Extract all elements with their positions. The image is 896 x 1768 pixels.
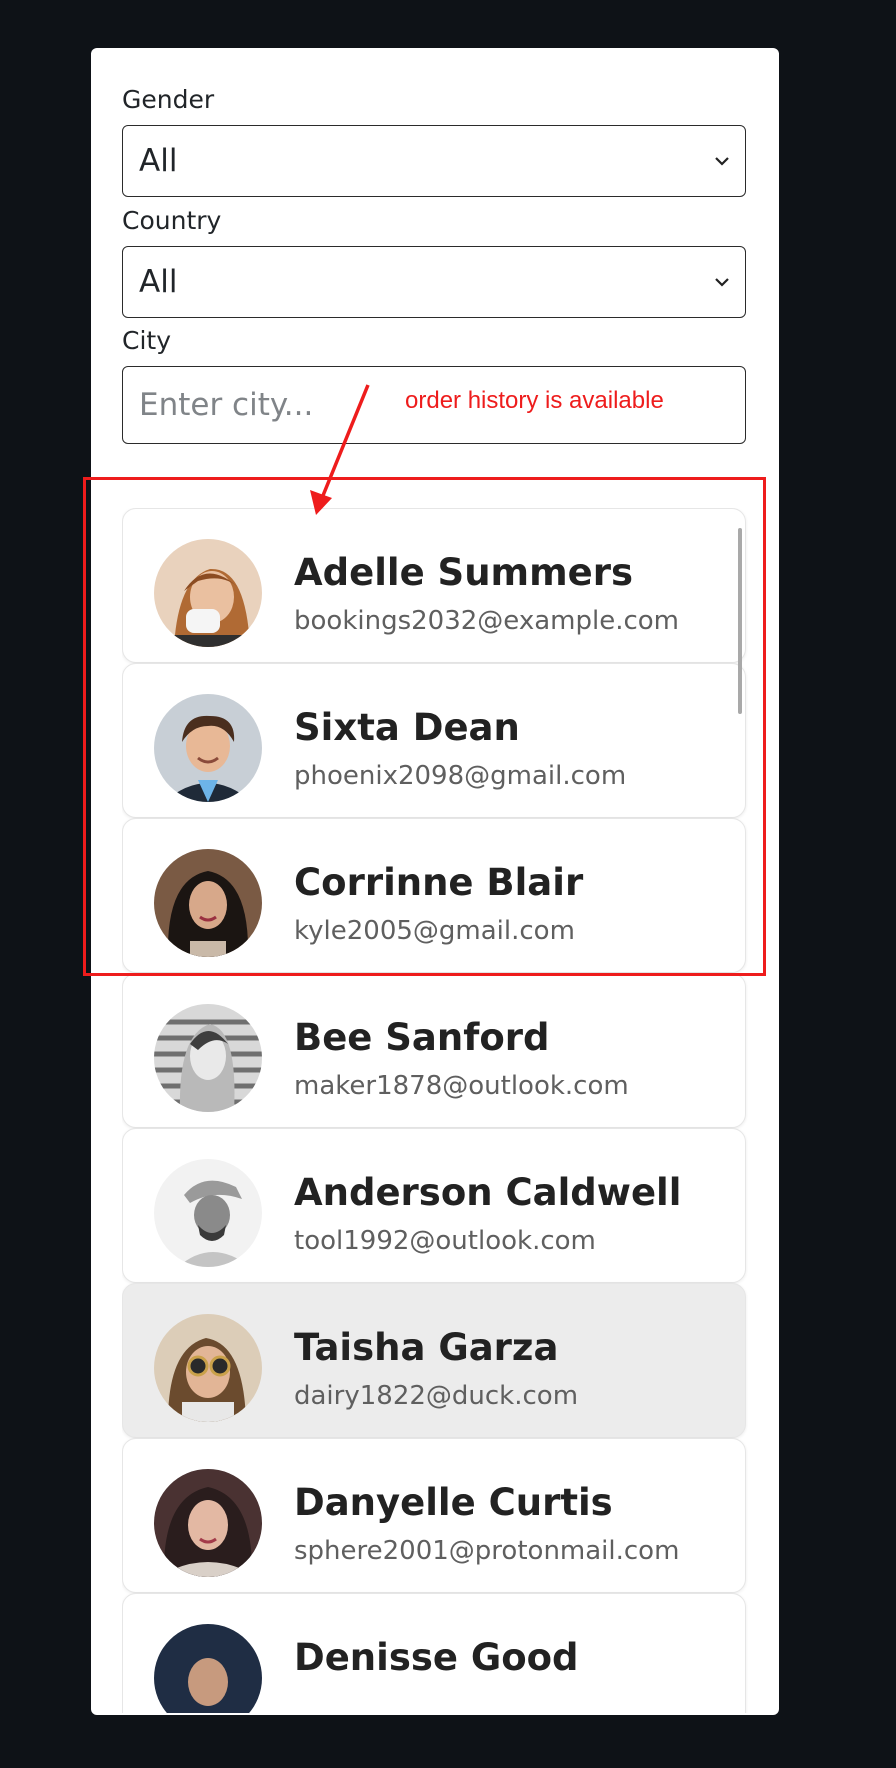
avatar bbox=[154, 1624, 262, 1713]
contact-email: bookings2032@example.com bbox=[294, 606, 679, 636]
filter-panel: Gender All Country All City Adelle Summe… bbox=[91, 48, 779, 1715]
country-select[interactable]: All bbox=[122, 246, 746, 318]
contact-card[interactable]: Corrinne Blair kyle2005@gmail.com bbox=[122, 818, 746, 973]
contact-email: tool1992@outlook.com bbox=[294, 1226, 596, 1256]
contact-card[interactable]: Anderson Caldwell tool1992@outlook.com bbox=[122, 1128, 746, 1283]
avatar bbox=[154, 694, 262, 802]
contact-card[interactable]: Sixta Dean phoenix2098@gmail.com bbox=[122, 663, 746, 818]
contact-email: sphere2001@protonmail.com bbox=[294, 1536, 680, 1566]
contact-card[interactable]: Adelle Summers bookings2032@example.com bbox=[122, 508, 746, 663]
contact-email: dairy1822@duck.com bbox=[294, 1381, 579, 1411]
contact-card-selected[interactable]: Taisha Garza dairy1822@duck.com bbox=[122, 1283, 746, 1438]
chevron-down-icon bbox=[715, 278, 729, 287]
contact-name: Corrinne Blair bbox=[294, 861, 584, 904]
contact-name: Denisse Good bbox=[294, 1636, 579, 1679]
avatar bbox=[154, 1469, 262, 1577]
contact-card[interactable]: Bee Sanford maker1878@outlook.com bbox=[122, 973, 746, 1128]
list-scrollbar[interactable] bbox=[738, 528, 742, 714]
country-label: Country bbox=[122, 206, 222, 235]
gender-select[interactable]: All bbox=[122, 125, 746, 197]
avatar bbox=[154, 1314, 262, 1422]
contact-name: Danyelle Curtis bbox=[294, 1481, 613, 1524]
annotation-text: order history is available bbox=[405, 387, 664, 414]
contact-card[interactable]: Danyelle Curtis sphere2001@protonmail.co… bbox=[122, 1438, 746, 1593]
contact-name: Sixta Dean bbox=[294, 706, 520, 749]
contact-email: maker1878@outlook.com bbox=[294, 1071, 629, 1101]
gender-label: Gender bbox=[122, 85, 215, 114]
avatar bbox=[154, 539, 262, 647]
contact-name: Anderson Caldwell bbox=[294, 1171, 682, 1214]
avatar bbox=[154, 1159, 262, 1267]
contact-email: kyle2005@gmail.com bbox=[294, 916, 575, 946]
contact-list[interactable]: Adelle Summers bookings2032@example.com … bbox=[122, 508, 748, 1713]
avatar bbox=[154, 849, 262, 957]
avatar bbox=[154, 1004, 262, 1112]
contact-name: Taisha Garza bbox=[294, 1326, 559, 1369]
country-select-value: All bbox=[139, 264, 178, 300]
contact-name: Adelle Summers bbox=[294, 551, 634, 594]
chevron-down-icon bbox=[715, 157, 729, 166]
contact-name: Bee Sanford bbox=[294, 1016, 550, 1059]
contact-email: phoenix2098@gmail.com bbox=[294, 761, 627, 791]
gender-select-value: All bbox=[139, 143, 178, 179]
contact-card[interactable]: Denisse Good bbox=[122, 1593, 746, 1713]
city-label: City bbox=[122, 326, 171, 355]
